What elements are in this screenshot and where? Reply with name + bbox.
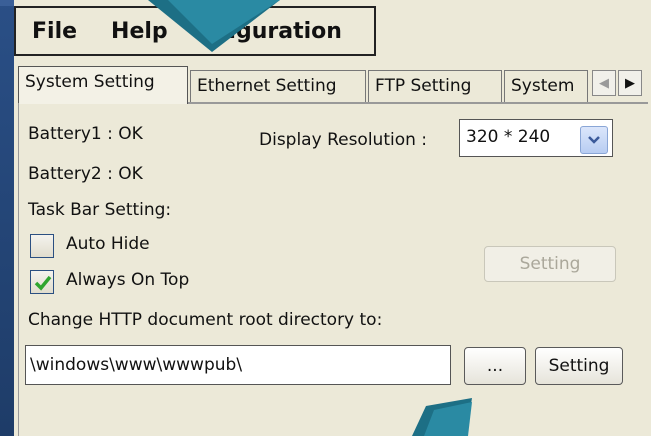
auto-hide-checkbox[interactable]: [30, 234, 54, 258]
tab-label: Ethernet Setting: [197, 76, 337, 96]
overlay-arrow-down: [148, 0, 280, 52]
tab-label: System Setting: [25, 72, 155, 92]
chevron-down-icon[interactable]: [580, 126, 608, 154]
http-setting-button[interactable]: Setting: [535, 347, 623, 385]
always-on-top-label: Always On Top: [66, 270, 190, 290]
button-label: ...: [486, 356, 504, 376]
battery1-status: Battery1 : OK: [28, 124, 143, 144]
tab-system[interactable]: System: [504, 70, 588, 102]
button-label: Setting: [548, 356, 610, 376]
overlay-arrow-bottom: [412, 398, 472, 436]
display-resolution-value: 320 * 240: [466, 127, 551, 147]
taskbar-setting-button[interactable]: Setting: [484, 246, 616, 282]
menu-file[interactable]: File: [16, 19, 95, 44]
background-edge: [0, 0, 14, 436]
display-resolution-label: Display Resolution :: [259, 130, 428, 150]
chevron-right-icon[interactable]: ▶: [618, 70, 642, 96]
tab-ftp-setting[interactable]: FTP Setting: [368, 70, 502, 102]
always-on-top-checkbox[interactable]: [30, 270, 54, 294]
http-root-heading: Change HTTP document root directory to:: [28, 310, 383, 330]
tab-label: FTP Setting: [375, 76, 472, 96]
browse-button[interactable]: ...: [464, 347, 526, 385]
display-resolution-select[interactable]: 320 * 240: [459, 119, 613, 157]
http-root-path-input[interactable]: \windows\www\wwwpub\: [25, 345, 451, 385]
button-label: Setting: [519, 254, 581, 274]
battery2-status: Battery2 : OK: [28, 164, 143, 184]
tab-ethernet-setting[interactable]: Ethernet Setting: [190, 70, 366, 102]
chevron-left-icon[interactable]: ◀: [592, 70, 616, 96]
tab-bar: System Setting Ethernet Setting FTP Sett…: [18, 66, 648, 104]
tab-label: System: [511, 76, 575, 96]
checkmark-icon: [34, 275, 52, 291]
task-bar-heading: Task Bar Setting:: [28, 200, 172, 220]
auto-hide-label: Auto Hide: [66, 234, 150, 254]
tab-system-setting[interactable]: System Setting: [18, 66, 188, 104]
